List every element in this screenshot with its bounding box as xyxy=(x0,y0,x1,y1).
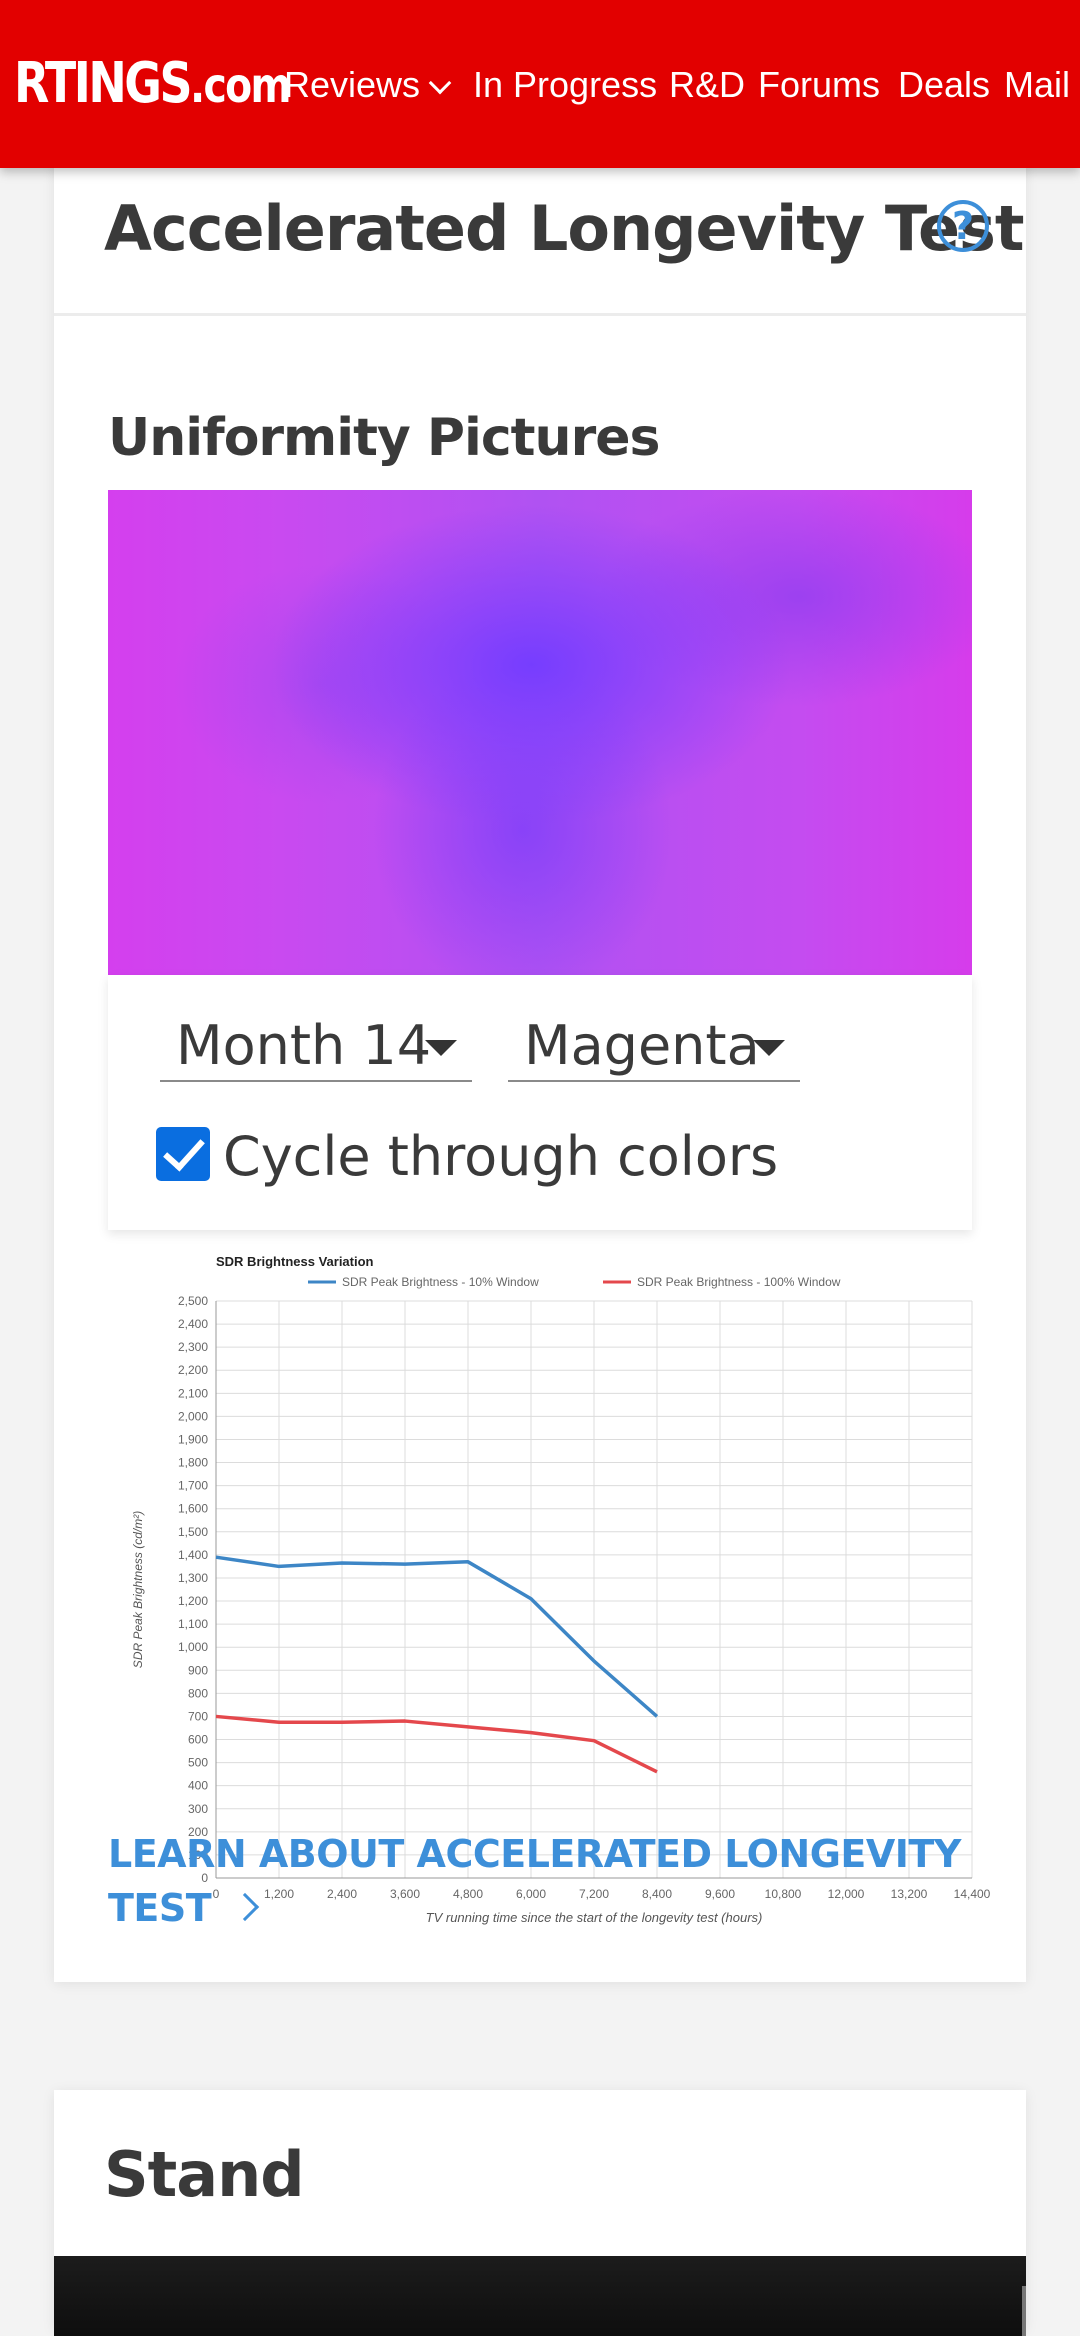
y-tick-label: 1,300 xyxy=(178,1571,208,1585)
y-tick-label: 700 xyxy=(188,1709,208,1723)
logo-suffix-text: .com xyxy=(190,58,291,114)
y-tick-label: 900 xyxy=(188,1663,208,1677)
rtings-logo[interactable]: RTINGS.com xyxy=(14,51,292,116)
y-tick-label: 2,400 xyxy=(178,1317,208,1331)
y-tick-label: 2,300 xyxy=(178,1340,208,1354)
legend-label: SDR Peak Brightness - 100% Window xyxy=(637,1275,841,1289)
caret-down-icon xyxy=(753,1040,785,1056)
photo-edge xyxy=(1022,2286,1026,2336)
divider xyxy=(54,313,1026,316)
y-tick-label: 1,700 xyxy=(178,1479,208,1493)
y-tick-label: 1,600 xyxy=(178,1502,208,1516)
nav-reviews[interactable]: Reviews xyxy=(284,60,452,110)
nav-in-progress[interactable]: In Progress xyxy=(473,60,657,110)
y-tick-label: 1,400 xyxy=(178,1548,208,1562)
learn-longevity-link[interactable]: LEARN ABOUT ACCELERATED LONGEVITY TEST xyxy=(108,1827,968,1935)
y-tick-label: 500 xyxy=(188,1756,208,1770)
nav-r-and-d[interactable]: R&D xyxy=(669,60,745,110)
stand-heading: Stand xyxy=(104,2138,305,2211)
y-tick-label: 2,200 xyxy=(178,1363,208,1377)
stand-card: Stand xyxy=(54,2090,1026,2336)
logo-main-text: RTINGS xyxy=(14,51,193,116)
color-select[interactable]: Magenta xyxy=(508,1010,800,1082)
uniformity-picture xyxy=(108,490,972,975)
month-select-value: Month 14 xyxy=(176,1014,432,1077)
chevron-right-icon xyxy=(231,1892,260,1922)
stand-photo xyxy=(54,2256,1026,2336)
nav-mail[interactable]: Mail xyxy=(1004,60,1070,110)
y-tick-label: 2,100 xyxy=(178,1386,208,1400)
nav-reviews-label: Reviews xyxy=(284,64,421,105)
legend-label: SDR Peak Brightness - 10% Window xyxy=(342,1275,539,1289)
y-tick-label: 300 xyxy=(188,1802,208,1816)
color-select-value: Magenta xyxy=(524,1014,760,1077)
learn-link-text: LEARN ABOUT ACCELERATED LONGEVITY TEST xyxy=(108,1832,961,1930)
uniformity-pictures-heading: Uniformity Pictures xyxy=(108,408,660,468)
y-tick-label: 600 xyxy=(188,1733,208,1747)
y-tick-label: 800 xyxy=(188,1686,208,1700)
chevron-down-icon xyxy=(428,71,452,95)
series-line xyxy=(215,1555,659,1718)
caret-down-icon xyxy=(425,1040,457,1056)
y-tick-label: 1,900 xyxy=(178,1432,208,1446)
nav-forums[interactable]: Forums xyxy=(758,60,880,110)
section-heading: Accelerated Longevity Test xyxy=(104,192,1025,265)
help-icon[interactable]: ? xyxy=(937,200,989,252)
y-tick-label: 1,100 xyxy=(178,1617,208,1631)
y-axis-label: SDR Peak Brightness (cd/m²) xyxy=(131,1511,145,1668)
y-tick-label: 1,800 xyxy=(178,1456,208,1470)
y-tick-label: 2,500 xyxy=(178,1294,208,1308)
top-navigation-bar: RTINGS.com Reviews In Progress R&D Forum… xyxy=(0,0,1080,168)
series-line xyxy=(215,1714,658,1774)
nav-deals[interactable]: Deals xyxy=(898,60,990,110)
y-tick-label: 400 xyxy=(188,1779,208,1793)
month-select[interactable]: Month 14 xyxy=(160,1010,472,1082)
chart-title: SDR Brightness Variation xyxy=(216,1254,374,1269)
accelerated-longevity-card: Accelerated Longevity Test ? Uniformity … xyxy=(54,130,1026,1982)
y-tick-label: 2,000 xyxy=(178,1409,208,1423)
cycle-colors-label: Cycle through colors xyxy=(223,1125,779,1188)
y-tick-label: 1,500 xyxy=(178,1525,208,1539)
y-tick-label: 1,200 xyxy=(178,1594,208,1608)
cycle-colors-checkbox[interactable] xyxy=(156,1127,210,1181)
y-tick-label: 1,000 xyxy=(178,1640,208,1654)
uniformity-controls: Month 14 Magenta Cycle through colors xyxy=(108,975,972,1230)
